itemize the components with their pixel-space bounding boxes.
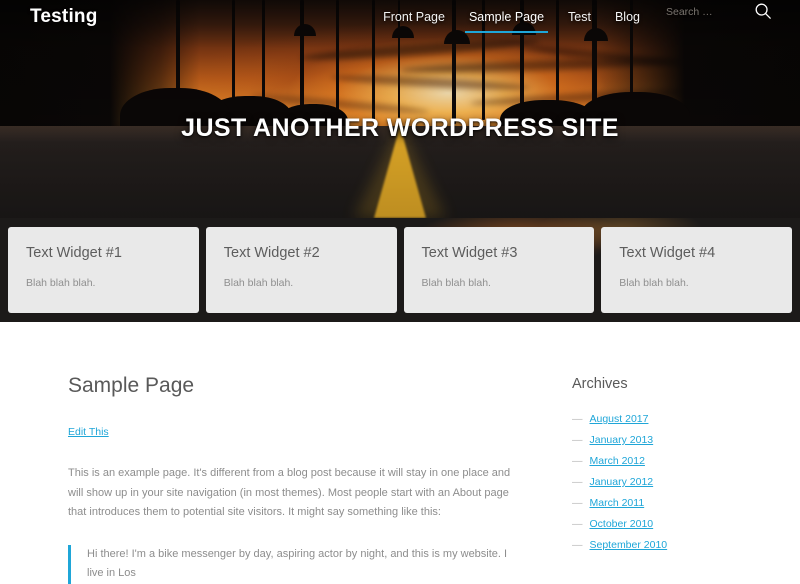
- widget-title: Text Widget #4: [619, 245, 716, 261]
- widget-title: Text Widget #2: [223, 245, 320, 261]
- text-widget-1: Text Widget #1 Blah blah blah.: [8, 227, 199, 313]
- text-widget-4: Text Widget #4 Blah blah blah.: [601, 227, 792, 313]
- nav-item-blog[interactable]: Blog: [603, 0, 652, 24]
- widget-text: Blah blah blah.: [619, 277, 689, 289]
- list-item: — March 2011: [572, 497, 730, 509]
- widget-title: Text Widget #1: [26, 245, 122, 261]
- dash-bullet-icon: —: [572, 476, 583, 488]
- list-item: — January 2013: [572, 434, 730, 446]
- dash-bullet-icon: —: [572, 434, 583, 446]
- nav-item-front-page[interactable]: Front Page: [371, 0, 457, 24]
- primary-column: Sample Page Edit This This is an example…: [30, 374, 520, 584]
- list-item: — September 2010: [572, 539, 730, 551]
- text-widget-2: Text Widget #2 Blah blah blah.: [205, 227, 397, 313]
- page-blockquote: Hi there! I'm a bike messenger by day, a…: [68, 544, 520, 584]
- list-item: — October 2010: [572, 518, 730, 530]
- widget-text: Blah blah blah.: [26, 277, 96, 289]
- nav-item-test[interactable]: Test: [556, 0, 603, 24]
- archives-list: — August 2017 — January 2013 — March 201…: [572, 413, 730, 551]
- footer-widget-strip: Text Widget #1 Blah blah blah. Text Widg…: [0, 218, 800, 322]
- dash-bullet-icon: —: [572, 497, 583, 509]
- dash-bullet-icon: —: [572, 455, 583, 467]
- archive-link-september-2010[interactable]: September 2010: [590, 539, 668, 551]
- hero-banner: JUST ANOTHER WORDPRESS SITE Testing Fron…: [0, 0, 800, 218]
- sidebar: Archives — August 2017 — January 2013 — …: [520, 374, 730, 584]
- site-title[interactable]: Testing: [30, 6, 98, 28]
- page-root: JUST ANOTHER WORDPRESS SITE Testing Fron…: [0, 0, 800, 584]
- archive-link-january-2013[interactable]: January 2013: [590, 434, 654, 446]
- archive-link-january-2012[interactable]: January 2012: [590, 476, 654, 488]
- archive-link-march-2011[interactable]: March 2011: [590, 497, 645, 509]
- page-title: Sample Page: [68, 374, 195, 397]
- nav-item-sample-page[interactable]: Sample Page: [457, 0, 556, 33]
- archive-link-march-2012[interactable]: March 2012: [590, 455, 645, 467]
- dash-bullet-icon: —: [572, 539, 583, 551]
- widget-text: Blah blah blah.: [421, 277, 491, 289]
- archives-title: Archives: [572, 376, 628, 392]
- page-paragraph: This is an example page. It's different …: [68, 467, 511, 519]
- search-input[interactable]: [666, 4, 736, 20]
- list-item: — March 2012: [572, 455, 730, 467]
- main-content: Sample Page Edit This This is an example…: [0, 322, 800, 584]
- archive-link-october-2010[interactable]: October 2010: [590, 518, 654, 530]
- list-item: — August 2017: [572, 413, 730, 425]
- search-field-wrapper: [666, 2, 736, 20]
- widget-text: Blah blah blah.: [223, 277, 294, 289]
- text-widget-3: Text Widget #3 Blah blah blah.: [403, 227, 595, 313]
- edit-this-link[interactable]: Edit This: [68, 426, 109, 438]
- search-icon[interactable]: [752, 0, 774, 22]
- hero-title: JUST ANOTHER WORDPRESS SITE: [181, 114, 619, 142]
- primary-navigation: Front Page Sample Page Test Blog: [371, 0, 800, 34]
- archive-link-august-2017[interactable]: August 2017: [590, 413, 649, 425]
- list-item: — January 2012: [572, 476, 730, 488]
- dash-bullet-icon: —: [572, 413, 583, 425]
- widget-title: Text Widget #3: [421, 245, 518, 261]
- dash-bullet-icon: —: [572, 518, 583, 530]
- site-header-bar: Testing Front Page Sample Page Test Blog: [0, 0, 800, 34]
